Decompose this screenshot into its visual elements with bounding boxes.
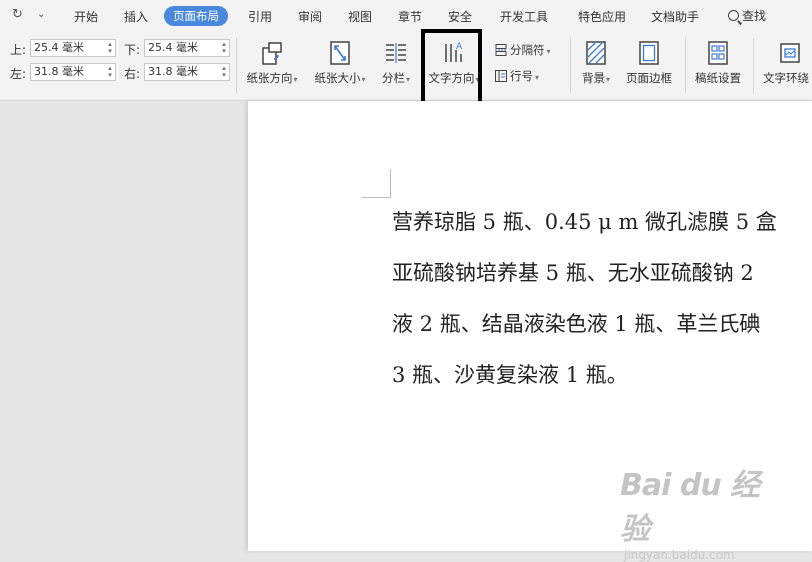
- menu-home[interactable]: 开始: [74, 8, 98, 25]
- text-line: 3 瓶、沙黄复染液 1 瓶。: [392, 363, 628, 387]
- text-line: 营养琼脂 5 瓶、0.45 μ m 微孔滤膜 5 盒: [392, 210, 777, 234]
- redo-icon[interactable]: ↻: [12, 7, 23, 22]
- menu-page-layout[interactable]: 页面布局: [164, 6, 228, 26]
- page-orientation-icon: [262, 42, 282, 65]
- annotation-highlight-box: [421, 29, 482, 106]
- search-icon: [728, 10, 739, 21]
- menu-developer[interactable]: 开发工具: [500, 8, 548, 25]
- divider: [236, 38, 237, 94]
- paper-size-button[interactable]: 纸张大小▾: [310, 32, 370, 98]
- background-button[interactable]: 背景▾: [576, 32, 616, 98]
- margin-left-value: 31.8 毫米: [34, 65, 84, 78]
- draft-paper-button[interactable]: 稿纸设置: [690, 32, 746, 98]
- text-line: 亚硫酸钠培养基 5 瓶、无水亚硫酸钠 2: [392, 261, 754, 285]
- menu-references[interactable]: 引用: [248, 8, 272, 25]
- margin-right-value: 31.8 毫米: [148, 65, 198, 78]
- margin-right-label: 右:: [124, 67, 141, 81]
- margin-bottom-input[interactable]: 25.4 毫米 ▴ ▾: [144, 39, 230, 57]
- line-numbers-icon: [495, 70, 507, 82]
- draft-paper-icon: [708, 41, 728, 65]
- ribbon-page-layout: 上: 25.4 毫米 ▴ ▾ 下: 25.4 毫米 ▴ ▾ 左: 31.8 毫米 ▴…: [0, 32, 812, 130]
- menu-insert[interactable]: 插入: [124, 8, 148, 25]
- breaks-button[interactable]: 分隔符 ▾: [495, 42, 551, 58]
- page-border-button[interactable]: 页面边框: [621, 32, 677, 98]
- spinner-arrows-icon[interactable]: ▴ ▾: [107, 41, 113, 55]
- watermark-brand: Bai du 经验: [620, 468, 760, 547]
- menu-special-apps[interactable]: 特色应用: [578, 8, 626, 25]
- margin-left-input[interactable]: 31.8 毫米 ▴ ▾: [30, 63, 116, 81]
- draft-paper-label: 稿纸设置: [695, 71, 741, 85]
- search-label: 查找: [742, 9, 767, 23]
- margin-top-value: 25.4 毫米: [34, 41, 84, 54]
- customize-quick-access-chevron-down-icon[interactable]: ⌄: [37, 9, 45, 20]
- menu-view[interactable]: 视图: [348, 8, 372, 25]
- line-numbers-label: 行号: [510, 69, 533, 83]
- orientation-button[interactable]: 纸张方向▾: [242, 32, 302, 98]
- divider: [685, 38, 686, 94]
- line-numbers-button[interactable]: 行号 ▾: [495, 68, 539, 84]
- paper-size-label: 纸张大小: [314, 71, 361, 85]
- margin-top-input[interactable]: 25.4 毫米 ▴ ▾: [30, 39, 116, 57]
- document-body-text[interactable]: 营养琼脂 5 瓶、0.45 μ m 微孔滤膜 5 盒 亚硫酸钠培养基 5 瓶、无…: [392, 203, 812, 407]
- margin-left-label: 左:: [10, 67, 27, 81]
- text-line: 液 2 瓶、结晶液染色液 1 瓶、革兰氏碘: [392, 312, 761, 336]
- spinner-arrows-icon[interactable]: ▴ ▾: [221, 41, 227, 55]
- baidu-jingyan-watermark: Bai du 经验 jingyan.baidu.com: [620, 460, 780, 562]
- margin-right-input[interactable]: 31.8 毫米 ▴ ▾: [144, 63, 230, 81]
- margin-bottom-label: 下:: [124, 43, 141, 57]
- page-background-icon: [586, 41, 606, 65]
- menu-chapter[interactable]: 章节: [398, 8, 422, 25]
- watermark-url: jingyan.baidu.com: [624, 548, 735, 562]
- spinner-arrows-icon[interactable]: ▴ ▾: [221, 65, 227, 79]
- margin-bottom-value: 25.4 毫米: [148, 41, 198, 54]
- margin-top-label: 上:: [10, 43, 27, 57]
- breaks-icon: [495, 44, 507, 56]
- menu-review[interactable]: 审阅: [298, 8, 322, 25]
- margin-corner-mark: [362, 197, 390, 198]
- divider: [570, 38, 571, 94]
- menu-bar: ↻ ⌄ 开始 插入 页面布局 引用 审阅 视图 章节 安全 开发工具 特色应用 …: [0, 0, 812, 32]
- background-label: 背景: [581, 71, 605, 85]
- text-wrap-icon: [780, 43, 800, 63]
- divider: [753, 38, 754, 94]
- search-button[interactable]: 查找: [728, 7, 766, 24]
- menu-doc-assistant[interactable]: 文档助手: [651, 8, 699, 25]
- menu-security[interactable]: 安全: [448, 8, 472, 25]
- columns-label: 分栏: [381, 71, 405, 85]
- breaks-label: 分隔符: [510, 43, 545, 57]
- margin-corner-mark: [390, 169, 391, 198]
- paper-size-icon: [330, 41, 350, 65]
- page-border-icon: [639, 41, 659, 65]
- columns-button[interactable]: 分栏▾: [377, 32, 415, 98]
- page-border-label: 页面边框: [626, 71, 672, 85]
- columns-icon: [386, 43, 406, 63]
- text-wrap-label: 文字环绕: [763, 71, 809, 85]
- orientation-label: 纸张方向: [246, 71, 293, 85]
- spinner-arrows-icon[interactable]: ▴ ▾: [107, 65, 113, 79]
- text-wrap-button[interactable]: 文字环绕: [760, 32, 812, 98]
